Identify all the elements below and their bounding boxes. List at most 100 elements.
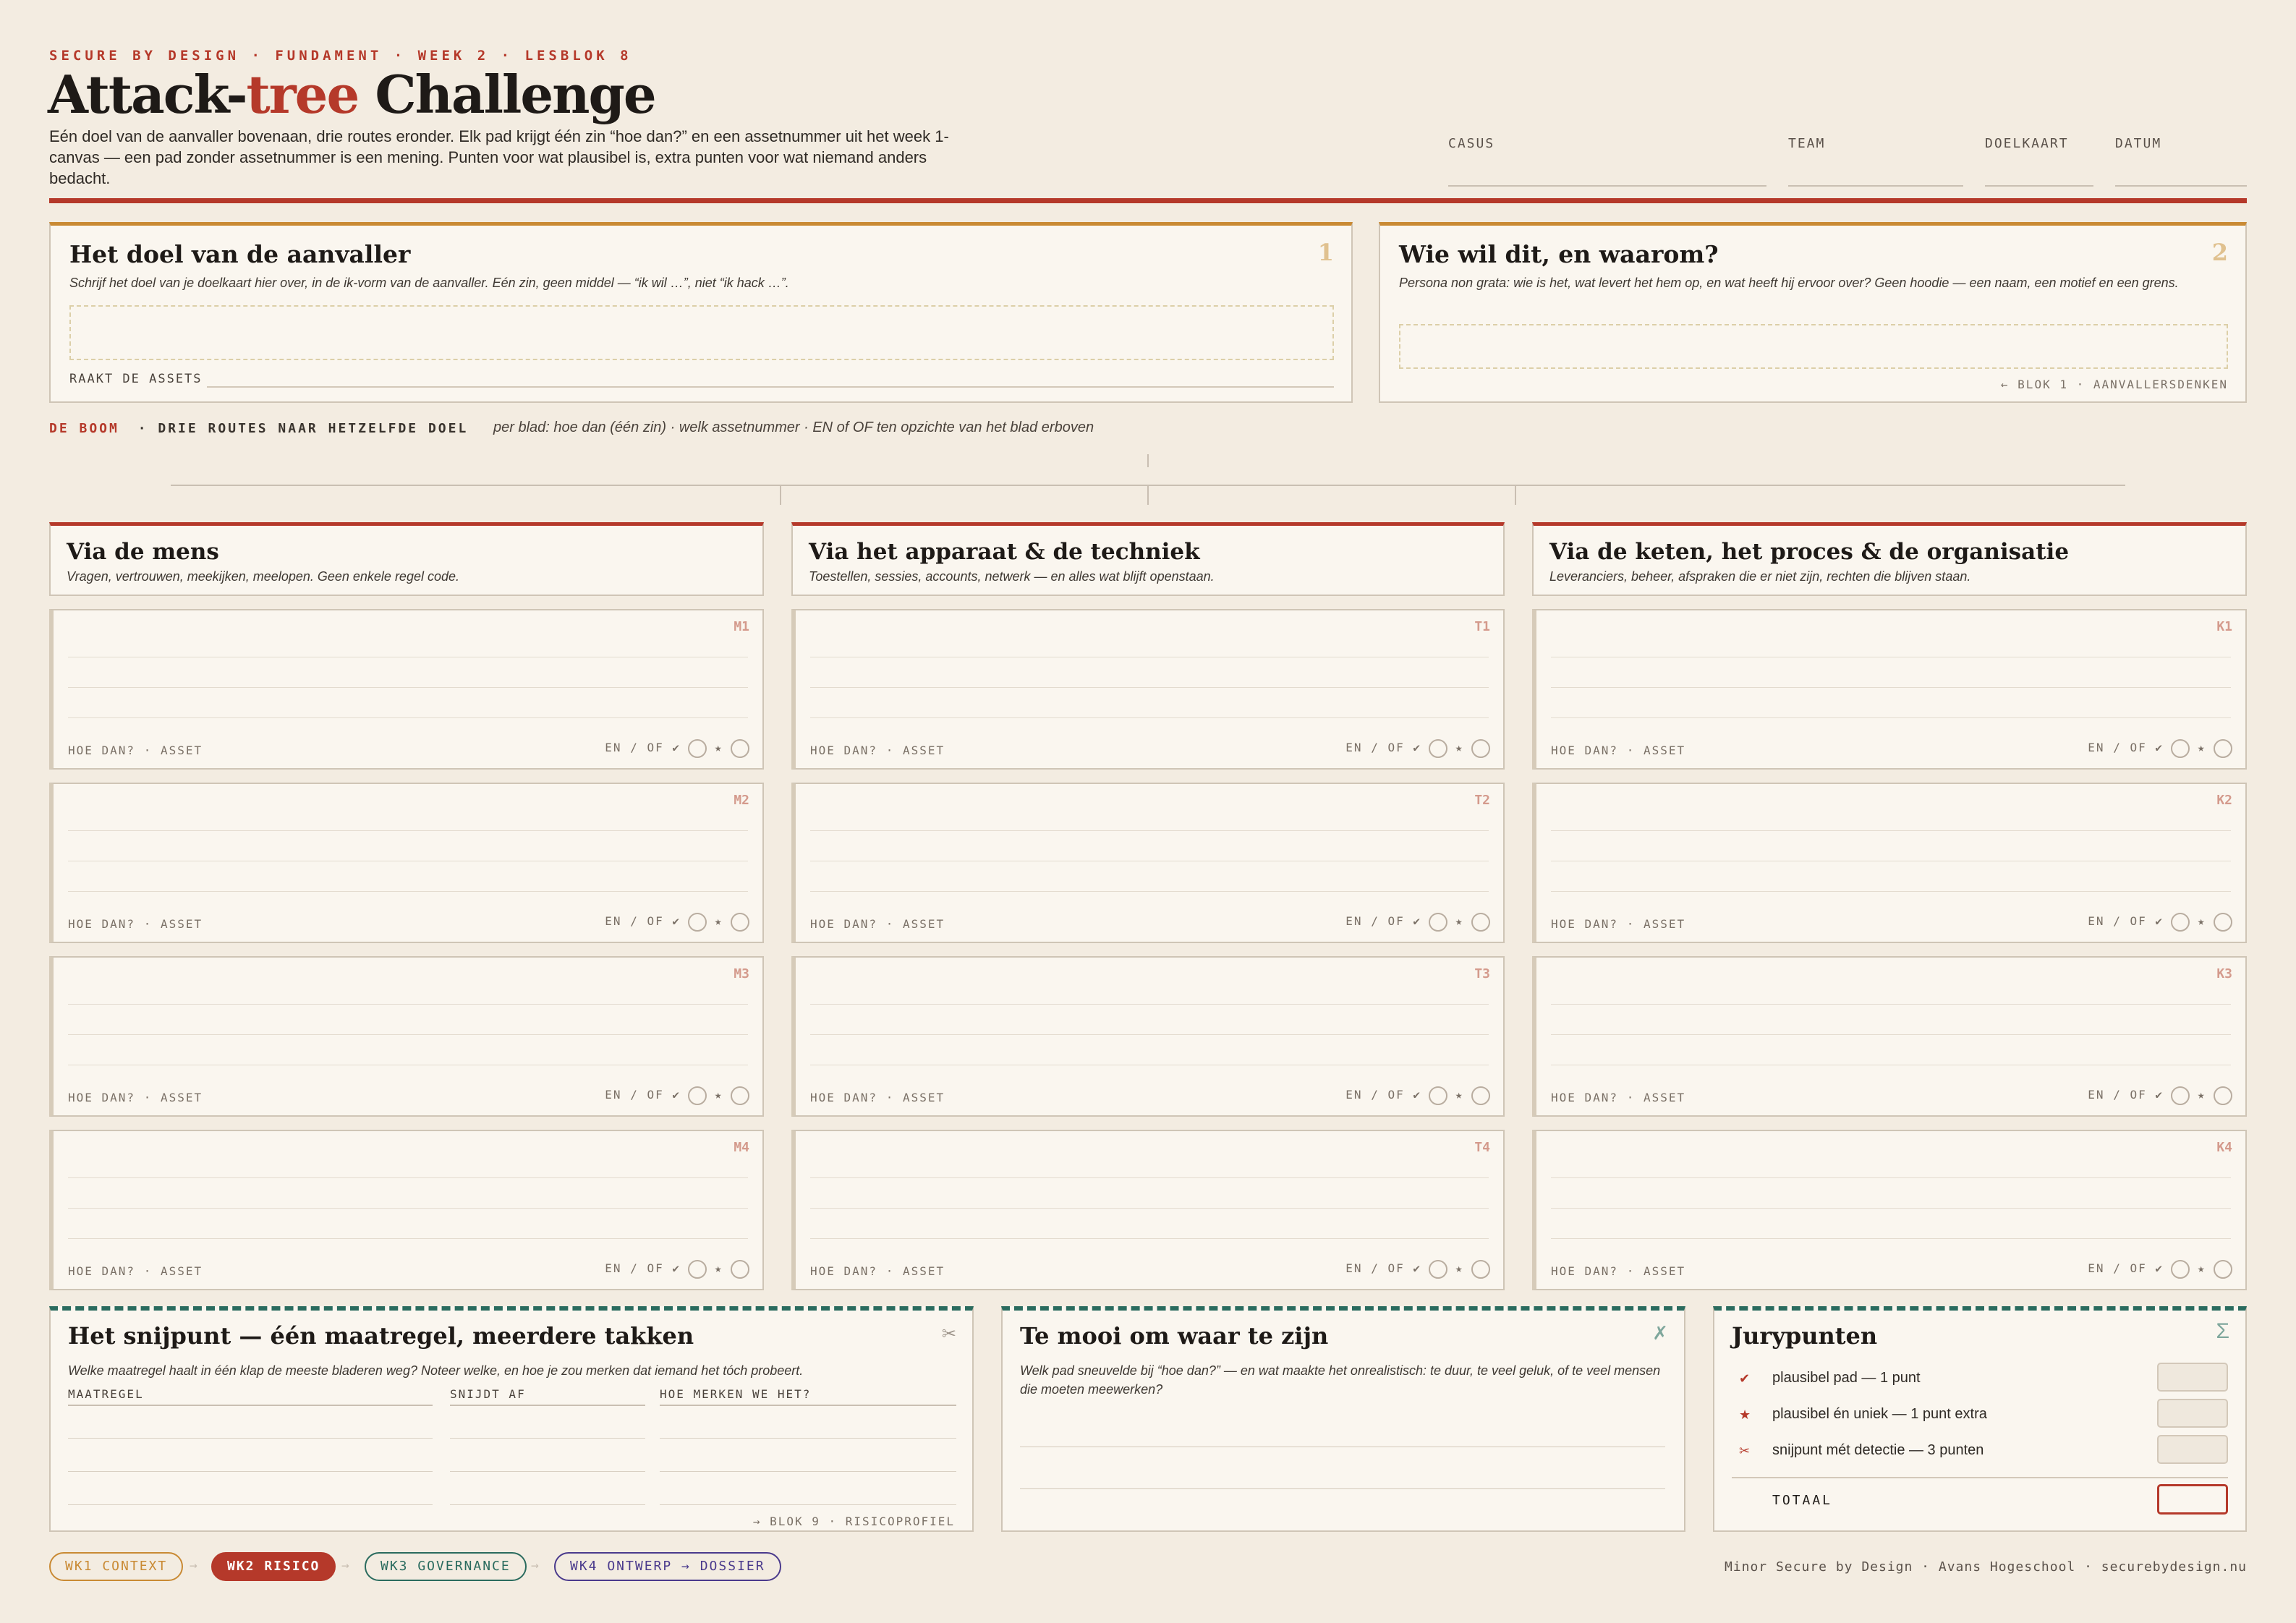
leaf-write-line[interactable] <box>68 1004 748 1005</box>
leaf-write-line[interactable] <box>1551 1208 2231 1209</box>
leaf-write-line[interactable] <box>810 1004 1489 1005</box>
star-toggle[interactable] <box>2214 1086 2232 1105</box>
pill-wk2[interactable]: WK2 RISICO <box>211 1552 336 1581</box>
leaf-write-line[interactable] <box>1551 891 2231 892</box>
leaf-write-line[interactable] <box>810 1238 1489 1239</box>
arrow-icon: → <box>341 1558 349 1573</box>
goal-card-number: 1 <box>1317 239 1334 266</box>
snijpunt-line[interactable] <box>660 1471 956 1472</box>
field-doelkaart[interactable]: DOELKAART <box>1985 136 2093 187</box>
check-toggle[interactable] <box>688 1086 707 1105</box>
leaf-write-line[interactable] <box>810 687 1489 688</box>
leaf-write-line[interactable] <box>810 891 1489 892</box>
snijpunt-line[interactable] <box>68 1504 433 1505</box>
en-of-label: EN / OF ✔ <box>2088 914 2164 929</box>
star-toggle[interactable] <box>731 1260 749 1279</box>
snijpunt-line[interactable] <box>450 1438 645 1439</box>
check-toggle[interactable] <box>688 1260 707 1279</box>
leaf-code: K4 <box>2216 1140 2232 1155</box>
column-head-techniek: Via het apparaat & de techniek Toestelle… <box>791 522 1505 596</box>
leaf-write-line[interactable] <box>810 1034 1489 1035</box>
check-toggle[interactable] <box>688 913 707 932</box>
leaf-write-line[interactable] <box>1551 717 2231 718</box>
check-toggle[interactable] <box>2171 739 2190 758</box>
leaf-card[interactable]: T1 HOE DAN? · ASSET EN / OF ✔ ★ <box>791 609 1505 770</box>
leaf-card[interactable]: T4 HOE DAN? · ASSET EN / OF ✔ ★ <box>791 1130 1505 1290</box>
who-input[interactable] <box>1399 324 2228 369</box>
leaf-write-line[interactable] <box>68 1238 748 1239</box>
snijpunt-line[interactable] <box>450 1471 645 1472</box>
tree-connector-2 <box>1147 486 1149 505</box>
leaf-write-line[interactable] <box>68 1208 748 1209</box>
leaf-card[interactable]: K3 HOE DAN? · ASSET EN / OF ✔ ★ <box>1532 956 2247 1117</box>
field-casus[interactable]: CASUS <box>1448 136 1766 187</box>
leaf-card[interactable]: T3 HOE DAN? · ASSET EN / OF ✔ ★ <box>791 956 1505 1117</box>
leaf-write-line[interactable] <box>1551 1004 2231 1005</box>
leaf-card[interactable]: M1 HOE DAN? · ASSET EN / OF ✔ ★ <box>49 609 764 770</box>
star-toggle[interactable] <box>1471 1086 1490 1105</box>
star-toggle[interactable] <box>731 913 749 932</box>
star-toggle[interactable] <box>2214 913 2232 932</box>
star-toggle[interactable] <box>1471 1260 1490 1279</box>
pill-wk3[interactable]: WK3 GOVERNANCE <box>365 1552 527 1581</box>
leaf-toggles: EN / OF ✔ ★ <box>1345 1260 1490 1279</box>
check-toggle[interactable] <box>1429 1260 1448 1279</box>
snijpunt-line[interactable] <box>68 1438 433 1439</box>
leaf-write-line[interactable] <box>1551 1034 2231 1035</box>
leaf-write-line[interactable] <box>68 830 748 831</box>
star-toggle[interactable] <box>731 1086 749 1105</box>
leaf-write-line[interactable] <box>1551 1177 2231 1178</box>
star-toggle[interactable] <box>731 739 749 758</box>
snijpunt-line[interactable] <box>660 1438 956 1439</box>
leaf-card[interactable]: T2 HOE DAN? · ASSET EN / OF ✔ ★ <box>791 783 1505 943</box>
star-icon: ★ <box>2197 741 2206 755</box>
te-mooi-line-2[interactable] <box>1020 1488 1665 1489</box>
check-toggle[interactable] <box>1429 913 1448 932</box>
leaf-write-line[interactable] <box>1551 687 2231 688</box>
check-toggle[interactable] <box>2171 1260 2190 1279</box>
leaf-footer-label: HOE DAN? · ASSET <box>1551 744 1686 757</box>
star-toggle[interactable] <box>1471 739 1490 758</box>
leaf-write-line[interactable] <box>810 830 1489 831</box>
leaf-write-line[interactable] <box>68 717 748 718</box>
check-toggle[interactable] <box>1429 739 1448 758</box>
star-toggle[interactable] <box>2214 739 2232 758</box>
score-box-snijpunt[interactable] <box>2157 1435 2228 1464</box>
leaf-card[interactable]: M4 HOE DAN? · ASSET EN / OF ✔ ★ <box>49 1130 764 1290</box>
pill-wk1[interactable]: WK1 CONTEXT <box>49 1552 184 1581</box>
leaf-write-line[interactable] <box>68 687 748 688</box>
leaf-write-line[interactable] <box>1551 830 2231 831</box>
snijpunt-line[interactable] <box>660 1504 956 1505</box>
score-box-uniek[interactable] <box>2157 1399 2228 1428</box>
star-toggle[interactable] <box>2214 1260 2232 1279</box>
leaf-card[interactable]: M2 HOE DAN? · ASSET EN / OF ✔ ★ <box>49 783 764 943</box>
col-maatregel-label: MAATREGEL <box>68 1387 144 1401</box>
leaf-card[interactable]: K2 HOE DAN? · ASSET EN / OF ✔ ★ <box>1532 783 2247 943</box>
leaf-write-line[interactable] <box>68 1177 748 1178</box>
snijpunt-line[interactable] <box>68 1471 433 1472</box>
goal-input[interactable] <box>69 305 1334 360</box>
check-toggle[interactable] <box>688 739 707 758</box>
check-toggle[interactable] <box>1429 1086 1448 1105</box>
leaf-card[interactable]: K1 HOE DAN? · ASSET EN / OF ✔ ★ <box>1532 609 2247 770</box>
leaf-write-line[interactable] <box>1551 1238 2231 1239</box>
en-of-label: EN / OF ✔ <box>605 914 681 929</box>
tree-label-suffix: · DRIE ROUTES NAAR HETZELFDE DOEL <box>137 421 469 436</box>
leaf-write-line[interactable] <box>68 891 748 892</box>
leaf-write-line[interactable] <box>68 1034 748 1035</box>
score-box-total[interactable] <box>2157 1484 2228 1515</box>
leaf-card[interactable]: K4 HOE DAN? · ASSET EN / OF ✔ ★ <box>1532 1130 2247 1290</box>
leaf-card[interactable]: M3 HOE DAN? · ASSET EN / OF ✔ ★ <box>49 956 764 1117</box>
leaf-write-line[interactable] <box>810 1208 1489 1209</box>
star-toggle[interactable] <box>1471 913 1490 932</box>
check-toggle[interactable] <box>2171 913 2190 932</box>
field-datum[interactable]: DATUM <box>2115 136 2247 187</box>
score-box-plausibel[interactable] <box>2157 1363 2228 1392</box>
assets-input[interactable] <box>207 386 1334 388</box>
pill-wk4[interactable]: WK4 ONTWERP → DOSSIER <box>554 1552 781 1581</box>
check-toggle[interactable] <box>2171 1086 2190 1105</box>
leaf-write-line[interactable] <box>810 717 1489 718</box>
leaf-write-line[interactable] <box>810 1177 1489 1178</box>
field-team[interactable]: TEAM <box>1788 136 1963 187</box>
snijpunt-line[interactable] <box>450 1504 645 1505</box>
